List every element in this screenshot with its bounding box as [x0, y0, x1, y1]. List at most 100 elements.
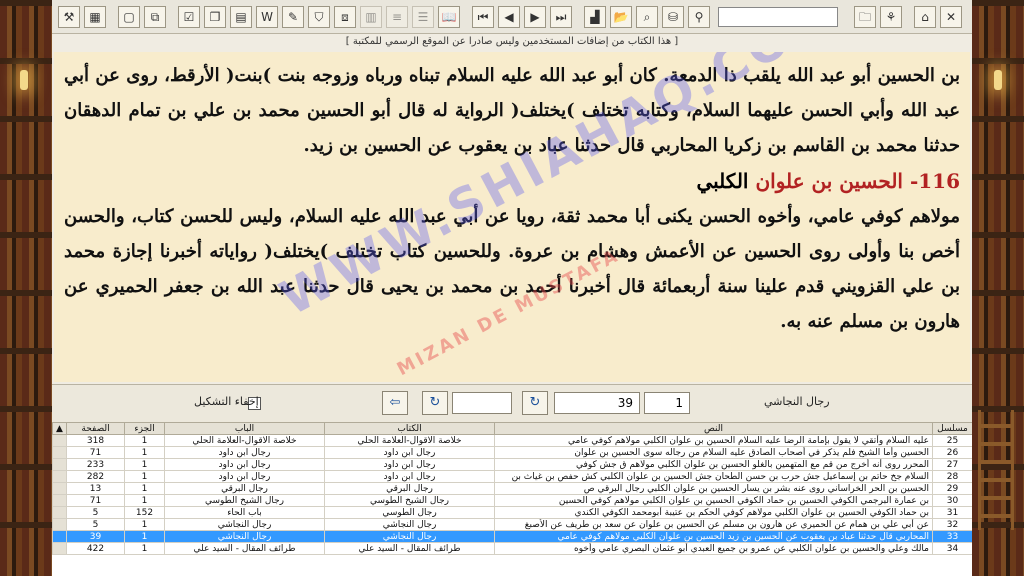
bookmark-icon[interactable]: ⛉	[308, 5, 330, 28]
table-row[interactable]: 233 1 رجال ابن داود رجال ابن داود المحرر روى…	[52, 458, 972, 471]
close-icon[interactable]: ✕	[940, 5, 962, 28]
page-field[interactable]: 1	[644, 392, 690, 414]
cell-page: 71	[66, 446, 125, 459]
tree-icon[interactable]: ⚘	[880, 5, 902, 28]
cell-chapter: خلاصة الاقوال-العلامة الحلي	[164, 434, 325, 447]
binoculars-icon[interactable]: ⌕	[636, 5, 658, 28]
cell-part: 1	[124, 470, 165, 483]
entry-heading: 116- الحسين بن علوان الكلبي	[64, 163, 960, 199]
cell-serial: 34	[932, 542, 972, 555]
scroll-up-icon[interactable]: ▲	[52, 422, 67, 435]
cell-page: 318	[66, 434, 125, 447]
cell-book: رجال ابن داود	[324, 470, 495, 483]
folder-icon[interactable]: 🗀	[854, 5, 876, 28]
app-window: ⚒ ▦ ▢ ⧉ ☑ ❐ ▤ W ✎ ⛉ ⧈ ▥ ≡ ☰ 📖 ⏮ ◀ ▶ ⏭ ▟ …	[52, 0, 972, 576]
refresh-icon[interactable]: ↻	[422, 391, 448, 415]
table-row[interactable]: 318 1 خلاصة الاقوال-العلامة الحلي خلاصة الا…	[52, 434, 972, 447]
book-icon[interactable]: ⌂	[914, 5, 936, 28]
windows-icon[interactable]: ⧈	[334, 5, 356, 28]
cell-chapter: رجال ابن داود	[164, 458, 325, 471]
hide-diacritics-label: إخفاء التشكيل	[194, 395, 259, 408]
cell-chapter: طرائف المقال - السيد علي	[164, 542, 325, 555]
table-row[interactable]: 5 1 رجال النجاشي رجال النجاشي عن أبي علي بن …	[52, 518, 972, 531]
new-document-icon[interactable]: ▢	[118, 5, 140, 28]
reload-icon[interactable]: ↻	[522, 391, 548, 415]
cell-part: 1	[124, 494, 165, 507]
chart-icon[interactable]: ▟	[584, 5, 606, 28]
cell-serial: 33	[932, 530, 972, 543]
table-row[interactable]: 422 1 طرائف المقال - السيد علي طرائف المقال…	[52, 542, 972, 555]
header-text[interactable]: النص	[494, 422, 933, 435]
cell-book: رجال الشيخ الطوسي	[324, 494, 495, 507]
row-gutter	[52, 434, 67, 447]
cell-part: 1	[124, 518, 165, 531]
cell-page: 39	[66, 530, 125, 543]
cell-text: الحسين بن الحر الخراساني روى عنه بشر بن …	[494, 482, 933, 495]
cell-serial: 25	[932, 434, 972, 447]
reading-pane[interactable]: بن الحسين أبو عبد الله يلقب ذا الدمعة. ك…	[54, 52, 970, 382]
link-icon[interactable]: ⧉	[144, 5, 166, 28]
header-page[interactable]: الصفحة	[66, 422, 125, 435]
cell-text: بن حماد الكوفي الحسين بن علوان الكلبي مو…	[494, 506, 933, 519]
table-row[interactable]: 39 1 رجال النجاشي رجال النجاشي المحاربي قال …	[52, 530, 972, 543]
entry-number: 116-	[909, 169, 960, 193]
candle-icon	[20, 70, 28, 90]
tools-icon[interactable]: ⚒	[58, 5, 80, 28]
cell-serial: 26	[932, 446, 972, 459]
bookmark-add-icon[interactable]: ⛁	[662, 5, 684, 28]
previous-page-icon[interactable]: ◀	[498, 5, 520, 28]
bookshelf-left	[0, 0, 52, 576]
calculator-icon[interactable]: ▦	[84, 5, 106, 28]
search-field[interactable]	[452, 392, 512, 414]
copy-icon[interactable]: ❐	[204, 5, 226, 28]
cell-chapter: رجال الشيخ الطوسي	[164, 494, 325, 507]
cell-page: 13	[66, 482, 125, 495]
part-field[interactable]: 39	[554, 392, 640, 414]
header-serial[interactable]: مسلسل	[932, 422, 972, 435]
cell-page: 71	[66, 494, 125, 507]
cell-page: 5	[66, 506, 125, 519]
table-row[interactable]: 71 1 رجال الشيخ الطوسي رجال الشيخ الطوسي بن …	[52, 494, 972, 507]
cell-chapter: رجال ابن داود	[164, 446, 325, 459]
cell-serial: 27	[932, 458, 972, 471]
pencil-icon[interactable]: ✎	[282, 5, 304, 28]
table-row[interactable]: 5 152 باب الحاء رجال الطوسي بن حماد الكوفي ا…	[52, 506, 972, 519]
search-input[interactable]	[718, 6, 838, 27]
cell-text: المحرر روى أنه أخرج من قم مع المتهمين با…	[494, 458, 933, 471]
cell-part: 1	[124, 482, 165, 495]
header-chapter[interactable]: الباب	[164, 422, 325, 435]
search-page-icon[interactable]: ⚲	[688, 5, 710, 28]
cell-part: 1	[124, 446, 165, 459]
last-page-icon[interactable]: ⏭	[550, 5, 572, 28]
table-row[interactable]: 13 1 رجال البرقي رجال البرقي الحسين بن الحر …	[52, 482, 972, 495]
header-book[interactable]: الكتاب	[324, 422, 495, 435]
table-row[interactable]: 282 1 رجال ابن داود رجال ابن داود السلام جخ …	[52, 470, 972, 483]
folder-open-icon[interactable]: 📂	[610, 5, 632, 28]
cell-chapter: رجال النجاشي	[164, 530, 325, 543]
header-part[interactable]: الجزء	[124, 422, 165, 435]
word-icon[interactable]: W	[256, 5, 278, 28]
table-row[interactable]: 71 1 رجال ابن داود رجال ابن داود الحسين وأما…	[52, 446, 972, 459]
cell-book: رجال النجاشي	[324, 530, 495, 543]
check-icon[interactable]: ☑	[178, 5, 200, 28]
cell-serial: 31	[932, 506, 972, 519]
document-icon[interactable]: ▤	[230, 5, 252, 28]
cell-book: رجال ابن داود	[324, 458, 495, 471]
row-gutter	[52, 446, 67, 459]
next-page-icon[interactable]: ▶	[524, 5, 546, 28]
cell-part: 152	[124, 506, 165, 519]
navigation-strip: إخفاء التشكيل ⇦ ↻ ↻ 39 1 رجال النجاشي	[52, 384, 972, 424]
cell-text: المحاربي قال حدثنا عباد بن يعقوب عن الحس…	[494, 530, 933, 543]
book-open-icon[interactable]: 📖	[438, 5, 460, 28]
cell-part: 1	[124, 542, 165, 555]
cell-text: بن عمارة البرجمي الكوفي الحسين بن حماد ا…	[494, 494, 933, 507]
first-page-icon[interactable]: ⏮	[472, 5, 494, 28]
cell-page: 233	[66, 458, 125, 471]
cell-text: عليه السلام وأتقي لا يقول بإمامة الرضا ع…	[494, 434, 933, 447]
disabled-icon: ▥	[360, 5, 382, 28]
toolbar: ⚒ ▦ ▢ ⧉ ☑ ❐ ▤ W ✎ ⛉ ⧈ ▥ ≡ ☰ 📖 ⏮ ◀ ▶ ⏭ ▟ …	[52, 0, 972, 34]
cell-part: 1	[124, 458, 165, 471]
cell-serial: 28	[932, 470, 972, 483]
cell-book: خلاصة الاقوال-العلامة الحلي	[324, 434, 495, 447]
go-back-button[interactable]: ⇦	[382, 391, 408, 415]
